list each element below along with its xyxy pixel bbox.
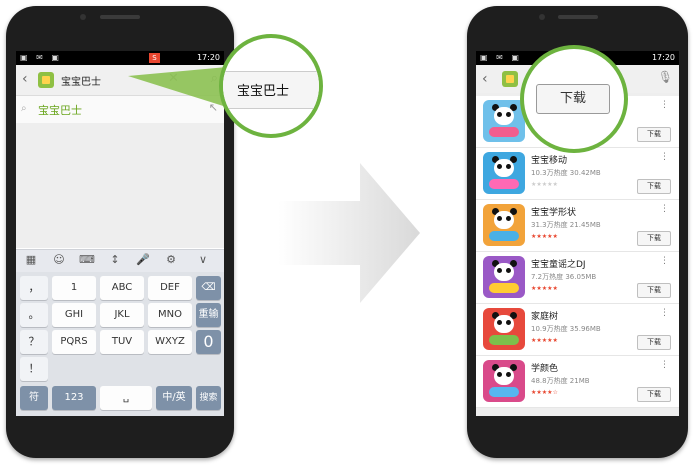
arrow-right-icon [278,163,420,303]
rating-stars: ★★★★☆ [531,389,558,396]
rating-stars: ★★★★★ [531,181,558,188]
app-icon-accent [489,127,519,137]
app-icon-accent [489,231,519,241]
app-name: 宝宝童谣之DJ [531,260,586,270]
rating-stars: ★★★★★ [531,337,558,344]
download-button[interactable]: 下载 [637,335,671,350]
app-icon [483,152,525,194]
app-icon-accent [489,283,519,293]
list-item[interactable]: 宝宝移动 10.3万热度 30.42MB ★★★★★ ⋮ 下载 [476,148,679,200]
app-meta: 10.9万热度 35.96MB [531,325,601,333]
app-meta: 48.8万热度 21MB [531,377,590,385]
app-name: 学颜色 [531,364,559,374]
back-arrow-icon[interactable]: ‹ [482,71,488,87]
more-icon[interactable]: ⋮ [660,100,669,110]
panda-face [494,211,514,229]
more-icon[interactable]: ⋮ [660,360,669,370]
zoom-query: 宝宝巴士 [237,84,290,99]
zoom-download-button: 下载 [536,84,610,114]
app-meta: 10.3万热度 30.42MB [531,169,601,177]
list-item[interactable]: 学颜色 48.8万热度 21MB ★★★★☆ ⋮ 下载 [476,356,679,408]
download-button[interactable]: 下载 [637,179,671,194]
list-item[interactable]: 宝宝童谣之DJ 7.2万热度 36.05MB ★★★★★ ⋮ 下载 [476,252,679,304]
zoom-bubble-left: 宝宝巴士 [219,34,323,138]
app-icon [483,308,525,350]
store-logo-icon [502,71,518,87]
app-meta: 31.3万热度 21.45MB [531,221,601,229]
panda-face [494,159,514,177]
status-time: 17:20 [651,53,675,62]
earpiece [557,15,598,19]
app-icon [483,256,525,298]
zoom-bubble-right: 下载 [520,45,628,153]
panda-face [494,315,514,333]
list-item[interactable]: 宝宝学形状 31.3万热度 21.45MB ★★★★★ ⋮ 下载 [476,200,679,252]
list-item[interactable]: 家庭树 10.9万热度 35.96MB ★★★★★ ⋮ 下载 [476,304,679,356]
app-icon-accent [489,179,519,189]
more-icon[interactable]: ⋮ [660,256,669,266]
app-icon [483,100,525,142]
app-name: 宝宝移动 [531,156,568,166]
app-icon-accent [489,387,519,397]
more-icon[interactable]: ⋮ [660,308,669,318]
download-button[interactable]: 下载 [637,283,671,298]
app-meta: 7.2万热度 36.05MB [531,273,597,281]
notification-icons: ▣ ✉ ▣ [480,53,522,62]
panda-face [494,107,514,125]
app-name: 家庭树 [531,312,559,322]
download-button[interactable]: 下载 [637,127,671,142]
app-icon [483,204,525,246]
app-icon-accent [489,335,519,345]
rating-stars: ★★★★★ [531,285,558,292]
more-icon[interactable]: ⋮ [660,152,669,162]
panda-face [494,367,514,385]
mic-icon[interactable]: 🎙 [658,70,673,84]
panda-face [494,263,514,281]
app-name: 宝宝学形状 [531,208,577,218]
zoom-search-bar: 宝宝巴士 [223,71,319,109]
download-button[interactable]: 下载 [637,231,671,246]
download-button[interactable]: 下载 [637,387,671,402]
more-icon[interactable]: ⋮ [660,204,669,214]
front-camera [539,14,545,20]
rating-stars: ★★★★★ [531,233,558,240]
app-icon [483,360,525,402]
